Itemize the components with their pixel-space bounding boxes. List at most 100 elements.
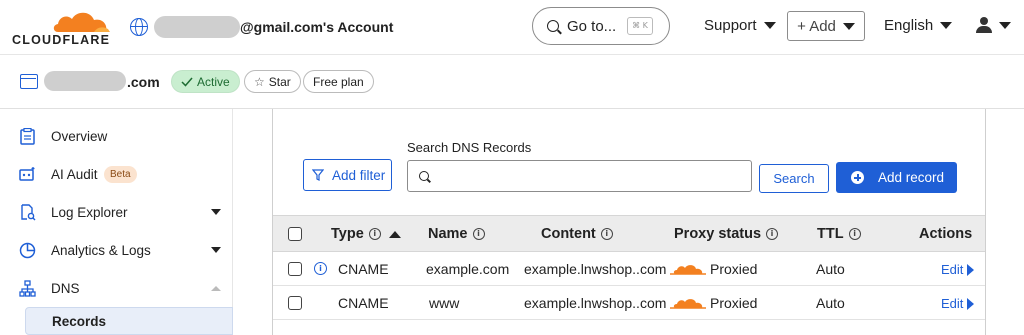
browser-window-icon <box>20 74 38 89</box>
table-row[interactable]: CNAME www example.lnwshop..com Proxied A… <box>273 286 985 320</box>
proxy-status: Proxied <box>710 295 758 311</box>
column-label: Type <box>331 226 364 242</box>
add-record-label: Add record <box>878 170 945 185</box>
add-record-button[interactable]: Add record <box>836 162 957 193</box>
status-badge: Active <box>171 70 240 93</box>
column-name: Name i <box>428 226 485 242</box>
goto-label: Go to... <box>567 17 617 35</box>
column-type[interactable]: Type i <box>331 226 401 242</box>
info-icon[interactable]: i <box>766 228 779 240</box>
info-icon[interactable]: i <box>368 228 381 240</box>
support-label: Support <box>704 17 757 34</box>
sort-ascending-icon[interactable] <box>388 230 401 238</box>
record-ttl: Auto <box>816 261 845 277</box>
language-menu[interactable]: English <box>884 17 953 34</box>
search-icon <box>419 171 429 181</box>
sidebar-item-label: Analytics & Logs <box>51 242 151 258</box>
dns-records-panel: Add filter Search DNS Records Search Add… <box>272 109 986 335</box>
clipboard-icon <box>19 127 36 145</box>
search-button-label: Search <box>773 171 815 186</box>
record-name: example.com <box>426 261 510 277</box>
table-row[interactable]: i CNAME example.com example.lnwshop..com… <box>273 252 985 286</box>
chevron-up-icon <box>211 285 221 291</box>
column-label: Actions <box>919 226 973 242</box>
info-icon[interactable]: i <box>314 262 327 275</box>
sidebar-item-label: Overview <box>51 128 108 144</box>
sidebar-item-label: AI Audit <box>51 166 98 182</box>
record-content: example.lnwshop..com <box>524 261 667 277</box>
column-label: TTL <box>817 226 844 242</box>
edit-link[interactable]: Edit <box>941 296 975 311</box>
sidebar-item-ai-audit[interactable]: AI Audit Beta <box>0 155 232 193</box>
add-menu-button[interactable]: + Add <box>787 11 865 41</box>
star-icon: ☆ <box>254 74 265 89</box>
row-checkbox[interactable] <box>288 262 302 276</box>
select-all-checkbox[interactable] <box>288 227 302 241</box>
search-box <box>407 160 752 192</box>
proxied-cloud-icon <box>670 265 706 275</box>
edit-link[interactable]: Edit <box>941 262 975 277</box>
sidebar-item-analytics-logs[interactable]: Analytics & Logs <box>0 231 232 269</box>
cloudflare-logo[interactable]: CLOUDFLARE <box>12 8 112 47</box>
caret-down-icon <box>940 22 953 29</box>
sidebar-item-records[interactable]: Records <box>25 307 233 335</box>
zone-name: .com <box>127 74 160 90</box>
add-label: + Add <box>797 17 836 35</box>
proxied-cloud-icon <box>670 299 706 309</box>
status-label: Active <box>197 74 230 89</box>
star-button[interactable]: ☆ Star <box>244 70 301 93</box>
search-button[interactable]: Search <box>759 164 829 193</box>
redacted-account-name <box>154 16 240 38</box>
record-ttl: Auto <box>816 295 845 311</box>
beta-badge: Beta <box>104 165 137 183</box>
goto-search-button[interactable]: Go to... ⌘ K <box>532 7 670 45</box>
language-label: English <box>884 17 934 34</box>
column-content: Content i <box>541 226 613 242</box>
proxy-status: Proxied <box>710 261 758 277</box>
star-label: Star <box>268 74 291 89</box>
plan-badge[interactable]: Free plan <box>303 70 374 93</box>
chevron-down-icon <box>211 247 221 253</box>
caret-down-icon <box>999 21 1011 29</box>
edit-label: Edit <box>941 262 964 277</box>
row-checkbox[interactable] <box>288 296 302 310</box>
info-icon[interactable]: i <box>472 228 485 240</box>
search-icon <box>547 20 559 32</box>
record-type: CNAME <box>338 261 389 277</box>
logo-text: CLOUDFLARE <box>12 33 111 47</box>
dns-search-input[interactable] <box>438 165 738 187</box>
info-icon[interactable]: i <box>848 228 861 240</box>
record-name: www <box>429 295 460 311</box>
top-bar: CLOUDFLARE @gmail.com's Account Go to...… <box>0 0 1024 55</box>
document-search-icon <box>19 203 36 221</box>
sidebar-item-dns[interactable]: DNS <box>0 269 232 307</box>
sidebar-item-label: Log Explorer <box>51 204 128 220</box>
column-label: Name <box>428 226 468 242</box>
check-icon <box>181 77 193 87</box>
chevron-right-icon <box>967 263 975 276</box>
column-ttl: TTL i <box>817 226 861 242</box>
sidebar-item-overview[interactable]: Overview <box>0 117 232 155</box>
support-menu[interactable]: Support <box>704 17 776 34</box>
sidebar-item-log-explorer[interactable]: Log Explorer <box>0 193 232 231</box>
column-proxy-status: Proxy status i <box>674 226 779 242</box>
caret-down-icon <box>842 22 855 30</box>
robot-icon <box>19 166 36 183</box>
info-icon[interactable]: i <box>600 228 613 240</box>
chevron-right-icon <box>967 297 975 310</box>
zone-bar: .com Active ☆ Star Free plan <box>0 55 1024 109</box>
search-label: Search DNS Records <box>407 140 532 155</box>
account-selector[interactable]: @gmail.com's Account <box>130 15 393 39</box>
record-content: example.lnwshop..com <box>524 295 667 311</box>
user-icon <box>976 17 992 33</box>
account-name: @gmail.com's Account <box>240 19 394 35</box>
chevron-down-icon <box>211 209 221 215</box>
table-header: Type i Name i Content i Proxy status i T… <box>273 215 985 252</box>
plan-label: Free plan <box>313 74 364 89</box>
column-label: Proxy status <box>674 226 762 242</box>
network-icon <box>19 279 36 297</box>
user-menu[interactable] <box>976 17 1011 33</box>
redacted-zone-name <box>44 71 126 91</box>
shortcut-hint: ⌘ K <box>627 17 653 35</box>
add-filter-button[interactable]: Add filter <box>303 159 392 191</box>
